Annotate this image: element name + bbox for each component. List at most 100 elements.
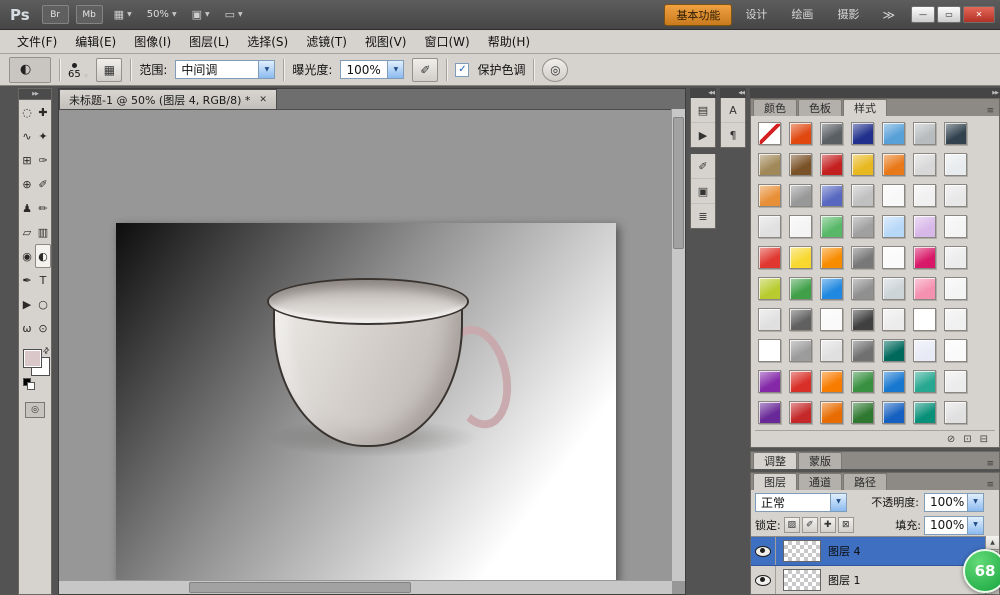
menu-edit[interactable]: 编辑(E) bbox=[66, 30, 125, 53]
style-swatch[interactable] bbox=[882, 370, 905, 393]
menu-window[interactable]: 窗口(W) bbox=[415, 30, 478, 53]
visibility-toggle[interactable] bbox=[751, 566, 776, 594]
brush-panel-icon[interactable]: ✐ bbox=[691, 154, 715, 179]
style-swatch[interactable] bbox=[820, 370, 843, 393]
paragraph-panel-icon[interactable]: ¶ bbox=[721, 123, 745, 147]
style-swatch[interactable] bbox=[820, 308, 843, 331]
style-swatch[interactable] bbox=[789, 339, 812, 362]
style-swatch[interactable] bbox=[913, 215, 936, 238]
style-swatch[interactable] bbox=[820, 153, 843, 176]
workspace-design[interactable]: 设计 bbox=[734, 4, 778, 24]
clear-style-icon[interactable]: ⊘ bbox=[947, 434, 955, 445]
style-swatch[interactable] bbox=[851, 308, 874, 331]
style-swatch[interactable] bbox=[882, 122, 905, 145]
style-swatch[interactable] bbox=[758, 339, 781, 362]
style-swatch[interactable] bbox=[882, 184, 905, 207]
dock-collapse-header[interactable]: ◀◀ bbox=[720, 88, 746, 98]
blur-tool[interactable]: ◉ bbox=[19, 244, 35, 268]
tab-channels[interactable]: 通道 bbox=[798, 473, 842, 490]
style-swatch[interactable] bbox=[882, 153, 905, 176]
dodge-tool[interactable]: ◐ bbox=[35, 244, 51, 268]
style-swatch[interactable] bbox=[882, 401, 905, 424]
pen-tool[interactable]: ✒ bbox=[19, 268, 35, 292]
style-swatch[interactable] bbox=[789, 370, 812, 393]
style-swatch[interactable] bbox=[913, 246, 936, 269]
style-swatch[interactable] bbox=[758, 122, 781, 145]
exposure-select[interactable]: 100% ▼ bbox=[340, 60, 404, 79]
style-swatch[interactable] bbox=[851, 339, 874, 362]
workspace-photography[interactable]: 摄影 bbox=[826, 4, 870, 24]
menu-image[interactable]: 图像(I) bbox=[125, 30, 180, 53]
style-swatch[interactable] bbox=[820, 184, 843, 207]
lock-position-icon[interactable]: ✚ bbox=[820, 517, 836, 533]
style-swatch[interactable] bbox=[851, 401, 874, 424]
menu-filter[interactable]: 滤镜(T) bbox=[297, 30, 356, 53]
menu-layer[interactable]: 图层(L) bbox=[180, 30, 238, 53]
layer-row[interactable]: 图层 4 bbox=[751, 537, 986, 566]
horizontal-scrollbar[interactable] bbox=[59, 580, 672, 594]
tab-adjustments[interactable]: 调整 bbox=[753, 452, 797, 469]
history-panel-icon[interactable]: ▤ bbox=[691, 98, 715, 123]
elliptical-marquee-tool[interactable]: ◌ bbox=[19, 100, 35, 124]
menu-file[interactable]: 文件(F) bbox=[8, 30, 66, 53]
dock-collapse-header[interactable]: ▶▶ bbox=[750, 88, 1000, 98]
style-swatch[interactable] bbox=[944, 215, 967, 238]
blend-mode-select[interactable]: 正常 ▼ bbox=[755, 493, 847, 512]
style-swatch[interactable] bbox=[882, 308, 905, 331]
swap-colors-icon[interactable]: ⇄ bbox=[41, 345, 52, 356]
panel-menu-icon[interactable]: ≡ bbox=[981, 480, 999, 490]
visibility-toggle[interactable] bbox=[751, 537, 776, 565]
clone-source-panel-icon[interactable]: ▣ bbox=[691, 179, 715, 204]
toggle-brush-panel-button[interactable]: ▦ bbox=[96, 58, 122, 82]
menu-help[interactable]: 帮助(H) bbox=[479, 30, 539, 53]
layer-row[interactable]: 图层 1 bbox=[751, 566, 986, 594]
gradient-tool[interactable]: ▥ bbox=[35, 220, 51, 244]
foreground-color-chip[interactable] bbox=[23, 349, 42, 368]
style-swatch[interactable] bbox=[944, 370, 967, 393]
workspace-basic-features[interactable]: 基本功能 bbox=[664, 4, 732, 26]
style-swatch[interactable] bbox=[820, 215, 843, 238]
style-swatch[interactable] bbox=[789, 215, 812, 238]
style-swatch[interactable] bbox=[820, 339, 843, 362]
workspace-painting[interactable]: 绘画 bbox=[780, 4, 824, 24]
new-style-icon[interactable]: ⊡ bbox=[963, 434, 971, 445]
style-swatch[interactable] bbox=[913, 277, 936, 300]
style-swatch[interactable] bbox=[913, 122, 936, 145]
style-swatch[interactable] bbox=[944, 401, 967, 424]
protect-tones-checkbox[interactable]: ✓ bbox=[455, 63, 469, 77]
style-swatch[interactable] bbox=[882, 246, 905, 269]
healing-brush-tool[interactable]: ⊕ bbox=[19, 172, 35, 196]
layer-comps-panel-icon[interactable]: ≣ bbox=[691, 204, 715, 228]
style-swatch[interactable] bbox=[944, 277, 967, 300]
document-tab[interactable]: 未标题-1 @ 50% (图层 4, RGB/8) * ✕ bbox=[59, 89, 277, 109]
tab-color[interactable]: 颜色 bbox=[753, 99, 797, 116]
restore-button[interactable]: ▭ bbox=[937, 6, 961, 23]
lock-all-icon[interactable]: ⊠ bbox=[838, 517, 854, 533]
actions-panel-icon[interactable]: ▶ bbox=[691, 123, 715, 147]
style-swatch[interactable] bbox=[944, 153, 967, 176]
style-swatch[interactable] bbox=[913, 308, 936, 331]
style-swatch[interactable] bbox=[789, 122, 812, 145]
layer-thumbnail[interactable] bbox=[783, 569, 821, 591]
style-swatch[interactable] bbox=[851, 122, 874, 145]
style-swatch[interactable] bbox=[944, 308, 967, 331]
style-swatch[interactable] bbox=[789, 308, 812, 331]
scroll-up-icon[interactable]: ▲ bbox=[986, 536, 999, 550]
vertical-scrollbar[interactable] bbox=[671, 109, 685, 581]
delete-style-icon[interactable]: ⊟ bbox=[980, 434, 988, 445]
quick-mask-button[interactable]: ◎ bbox=[25, 402, 45, 418]
style-swatch[interactable] bbox=[882, 277, 905, 300]
style-swatch[interactable] bbox=[758, 246, 781, 269]
path-selection-tool[interactable]: ▶ bbox=[19, 292, 35, 316]
menu-select[interactable]: 选择(S) bbox=[238, 30, 297, 53]
style-swatch[interactable] bbox=[789, 153, 812, 176]
style-swatch[interactable] bbox=[789, 184, 812, 207]
style-swatch[interactable] bbox=[851, 215, 874, 238]
style-swatch[interactable] bbox=[820, 401, 843, 424]
scrollbar-thumb[interactable] bbox=[189, 582, 411, 593]
opacity-select[interactable]: 100% ▼ bbox=[924, 493, 984, 512]
brush-preset-picker[interactable]: 65 ▼ bbox=[68, 60, 88, 80]
style-swatch[interactable] bbox=[789, 246, 812, 269]
airbrush-toggle-button[interactable]: ✐ bbox=[412, 58, 438, 82]
workspace-overflow-button[interactable]: ≫ bbox=[877, 8, 900, 22]
